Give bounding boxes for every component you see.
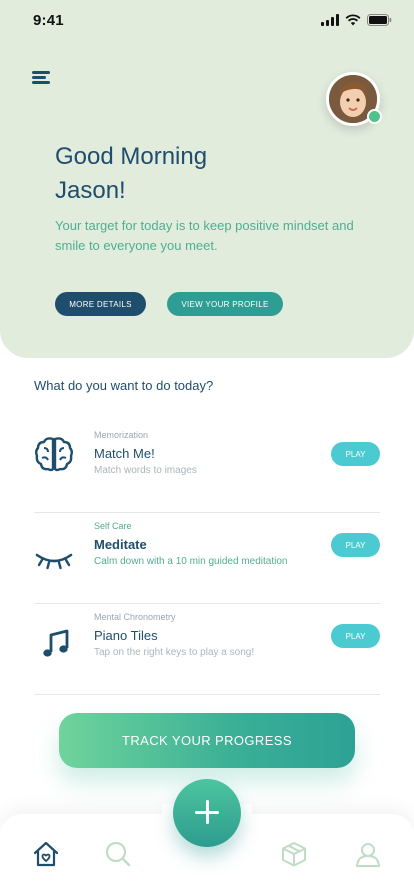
greeting-subtext: Your target for today is to keep positiv… xyxy=(55,218,354,253)
signal-icon xyxy=(321,14,339,26)
activity-category: Memorization xyxy=(94,430,149,440)
wifi-icon xyxy=(345,14,361,26)
user-icon[interactable] xyxy=(354,840,382,868)
more-details-button[interactable]: MORE DETAILS xyxy=(55,292,146,316)
section-question: What do you want to do today? xyxy=(34,378,214,393)
status-icons xyxy=(321,14,392,26)
greeting-line-2: Jason! xyxy=(55,177,126,204)
play-button[interactable]: PLAY xyxy=(331,624,380,648)
play-button[interactable]: PLAY xyxy=(331,533,380,557)
activity-title: Piano Tiles xyxy=(94,628,158,643)
box-icon[interactable] xyxy=(280,840,308,868)
home-icon[interactable] xyxy=(32,840,60,868)
menu-icon[interactable] xyxy=(32,69,52,85)
activity-description: Match words to images xyxy=(94,465,197,476)
activity-description: Calm down with a 10 min guided meditatio… xyxy=(94,556,288,567)
home-screen: 9:41 Good Morning Jason! Your target for… xyxy=(0,0,414,896)
activity-row-piano-tiles[interactable]: Mental Chronometry Piano Tiles Tap on th… xyxy=(34,604,380,695)
activity-title: Meditate xyxy=(94,537,147,552)
online-status-dot xyxy=(367,109,382,124)
status-bar: 9:41 xyxy=(0,0,414,44)
brain-icon xyxy=(35,437,73,472)
closed-eye-icon xyxy=(35,553,73,570)
music-note-icon xyxy=(43,629,69,657)
add-button[interactable] xyxy=(173,779,241,847)
status-time: 9:41 xyxy=(33,12,64,29)
activity-row-match-me[interactable]: Memorization Match Me! Match words to im… xyxy=(34,422,380,513)
track-progress-button[interactable]: TRACK YOUR PROGRESS xyxy=(59,713,355,768)
play-button[interactable]: PLAY xyxy=(331,442,380,466)
search-icon[interactable] xyxy=(104,840,132,868)
greeting-line-1: Good Morning xyxy=(55,143,208,170)
view-profile-button[interactable]: VIEW YOUR PROFILE xyxy=(167,292,283,316)
greeting-title: Good Morning Jason! xyxy=(55,140,315,208)
activity-title: Match Me! xyxy=(94,446,155,461)
battery-icon xyxy=(367,14,392,26)
profile-avatar[interactable] xyxy=(326,72,382,126)
activity-category: Mental Chronometry xyxy=(94,612,176,622)
activity-description: Tap on the right keys to play a song! xyxy=(94,647,255,658)
activity-category: Self Care xyxy=(94,521,132,531)
activity-row-meditate[interactable]: Self Care Meditate Calm down with a 10 m… xyxy=(34,513,380,604)
